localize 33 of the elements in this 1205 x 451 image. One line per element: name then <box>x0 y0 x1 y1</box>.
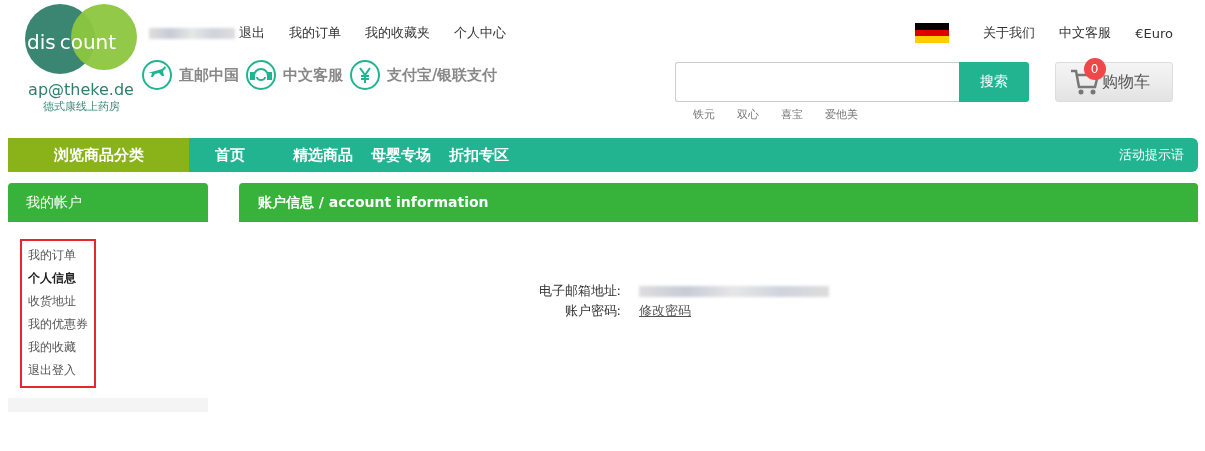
top-link[interactable]: 退出 <box>239 24 265 42</box>
top-link[interactable]: 我的订单 <box>289 24 341 42</box>
change-password-link[interactable]: 修改密码 <box>639 302 691 320</box>
service-label: 中文客服 <box>283 65 343 85</box>
promo-text: 活动提示语 <box>1119 146 1185 164</box>
top-link[interactable]: 我的收藏夹 <box>365 24 430 42</box>
plane-icon <box>141 59 173 91</box>
service-label: 直邮中国 <box>179 65 239 85</box>
top-link[interactable]: 个人中心 <box>454 24 506 42</box>
hot-keyword-link[interactable]: 喜宝 <box>781 107 803 122</box>
search-field[interactable] <box>675 62 959 102</box>
panel-title: 账户信息 / account information <box>239 183 1198 222</box>
logo-tagline: 德式康线上药房 <box>42 99 120 114</box>
field-label: 电子邮箱地址: <box>537 282 621 300</box>
logo-domain: ap@theke.de <box>28 80 134 99</box>
germany-flag-icon[interactable] <box>915 23 950 43</box>
sidebar-item[interactable]: 我的优惠券 <box>28 313 94 336</box>
sidebar-item[interactable]: 个人信息 <box>28 267 94 290</box>
top-link[interactable]: 中文客服 <box>1059 24 1112 42</box>
headset-icon <box>245 59 277 91</box>
service-label: 支付宝/银联支付 <box>387 65 498 85</box>
field-label: 账户密码: <box>563 302 621 320</box>
top-link[interactable]: €Euro <box>1135 25 1173 41</box>
sidebar-title: 我的帐户 <box>8 183 208 222</box>
top-link[interactable]: 关于我们 <box>983 24 1036 42</box>
sidebar-item[interactable]: 我的收藏 <box>28 336 94 359</box>
hot-keyword-link[interactable]: 铁元 <box>693 107 715 122</box>
hot-keyword-link[interactable]: 双心 <box>737 107 759 122</box>
sidebar-item[interactable]: 收货地址 <box>28 290 94 313</box>
sidebar-item[interactable]: 我的订单 <box>28 244 94 267</box>
hot-keyword-link[interactable]: 爱他美 <box>825 107 858 122</box>
sidebar-item[interactable]: 退出登入 <box>28 359 94 382</box>
yen-icon <box>349 59 381 91</box>
